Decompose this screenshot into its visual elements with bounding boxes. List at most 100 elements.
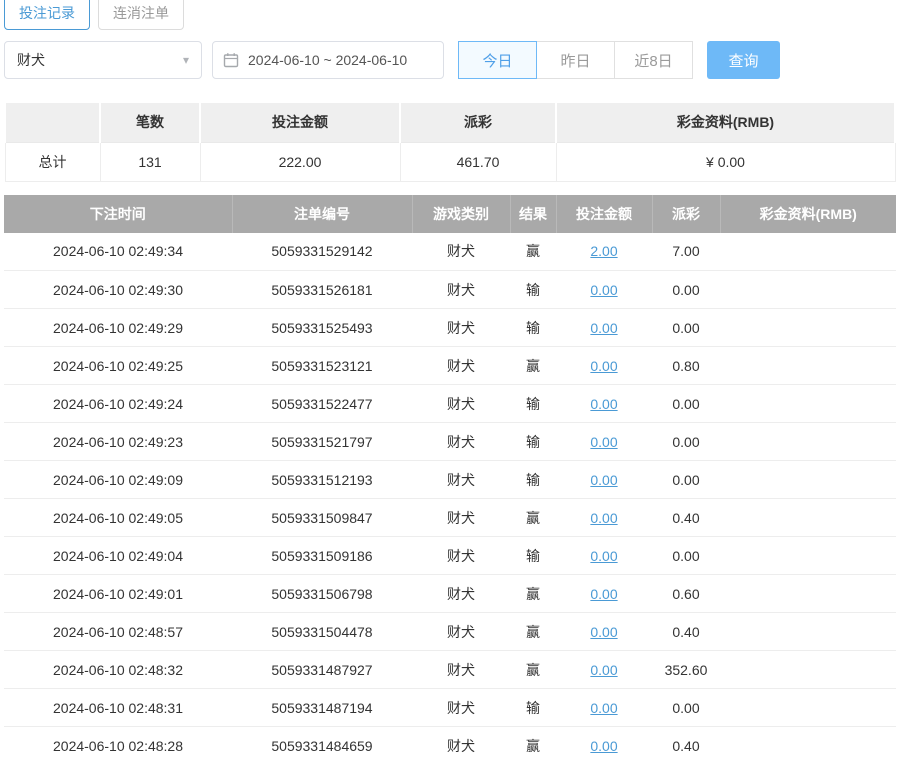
bet-time: 2024-06-10 02:49:23 xyxy=(4,423,232,461)
records-column-header: 结果 xyxy=(510,195,556,233)
bet-amount-cell: 2.00 xyxy=(556,233,652,271)
table-row: 2024-06-10 02:49:01 5059331506798 财犬 赢 0… xyxy=(4,575,896,613)
bonus xyxy=(720,613,896,651)
table-row: 2024-06-10 02:49:04 5059331509186 财犬 输 0… xyxy=(4,537,896,575)
bet-amount-link[interactable]: 0.00 xyxy=(590,282,617,298)
bet-amount-cell: 0.00 xyxy=(556,727,652,759)
records-column-header: 注单编号 xyxy=(232,195,412,233)
quick-range-today[interactable]: 今日 xyxy=(458,41,537,79)
bonus xyxy=(720,537,896,575)
records-header-row: 下注时间注单编号游戏类别结果投注金额派彩彩金资料(RMB) xyxy=(4,195,896,233)
result: 赢 xyxy=(510,347,556,385)
table-row: 2024-06-10 02:49:23 5059331521797 财犬 输 0… xyxy=(4,423,896,461)
bet-amount-cell: 0.00 xyxy=(556,309,652,347)
bet-amount-link[interactable]: 0.00 xyxy=(590,548,617,564)
game-type: 财犬 xyxy=(412,613,510,651)
order-number: 5059331526181 xyxy=(232,271,412,309)
result: 赢 xyxy=(510,613,556,651)
bet-time: 2024-06-10 02:49:04 xyxy=(4,537,232,575)
bonus xyxy=(720,651,896,689)
payout: 0.00 xyxy=(652,461,720,499)
records-column-header: 下注时间 xyxy=(4,195,232,233)
bet-time: 2024-06-10 02:49:05 xyxy=(4,499,232,537)
order-number: 5059331521797 xyxy=(232,423,412,461)
result: 输 xyxy=(510,271,556,309)
order-number: 5059331522477 xyxy=(232,385,412,423)
result: 输 xyxy=(510,309,556,347)
chevron-down-icon: ▾ xyxy=(183,53,189,67)
table-row: 2024-06-10 02:49:34 5059331529142 财犬 赢 2… xyxy=(4,233,896,271)
tab-bet-records[interactable]: 投注记录 xyxy=(4,0,90,30)
order-number: 5059331504478 xyxy=(232,613,412,651)
records-table: 下注时间注单编号游戏类别结果投注金额派彩彩金资料(RMB) 2024-06-10… xyxy=(4,195,896,759)
tab-bar: 投注记录 连消注单 xyxy=(4,0,896,30)
bet-amount-cell: 0.00 xyxy=(556,499,652,537)
tab-cancelled-orders[interactable]: 连消注单 xyxy=(98,0,184,30)
result: 赢 xyxy=(510,499,556,537)
bet-amount-link[interactable]: 0.00 xyxy=(590,700,617,716)
game-type: 财犬 xyxy=(412,537,510,575)
bet-time: 2024-06-10 02:48:31 xyxy=(4,689,232,727)
quick-range-8days[interactable]: 近8日 xyxy=(614,41,693,79)
game-type: 财犬 xyxy=(412,423,510,461)
date-range-input[interactable]: 2024-06-10 ~ 2024-06-10 xyxy=(212,41,444,79)
bet-amount-link[interactable]: 0.00 xyxy=(590,396,617,412)
calendar-icon xyxy=(223,52,239,68)
result: 输 xyxy=(510,423,556,461)
bet-amount-link[interactable]: 0.00 xyxy=(590,510,617,526)
bonus xyxy=(720,423,896,461)
table-row: 2024-06-10 02:49:09 5059331512193 财犬 输 0… xyxy=(4,461,896,499)
bet-amount-cell: 0.00 xyxy=(556,689,652,727)
bet-amount-cell: 0.00 xyxy=(556,575,652,613)
bet-amount-link[interactable]: 0.00 xyxy=(590,662,617,678)
bet-amount-link[interactable]: 0.00 xyxy=(590,624,617,640)
bet-time: 2024-06-10 02:49:34 xyxy=(4,233,232,271)
order-number: 5059331529142 xyxy=(232,233,412,271)
bet-amount-cell: 0.00 xyxy=(556,613,652,651)
summary-table: 笔数投注金额派彩彩金资料(RMB) 总计 131 222.00 461.70 ¥… xyxy=(4,101,896,182)
order-number: 5059331525493 xyxy=(232,309,412,347)
bet-amount-link[interactable]: 0.00 xyxy=(590,434,617,450)
game-type: 财犬 xyxy=(412,727,510,759)
summary-column-header: 笔数 xyxy=(100,102,200,142)
summary-column-header: 派彩 xyxy=(400,102,556,142)
bet-amount-cell: 0.00 xyxy=(556,461,652,499)
bet-amount-cell: 0.00 xyxy=(556,537,652,575)
summary-row: 总计 131 222.00 461.70 ¥ 0.00 xyxy=(5,142,895,181)
bet-amount-link[interactable]: 0.00 xyxy=(590,472,617,488)
bet-amount-cell: 0.00 xyxy=(556,385,652,423)
bet-amount-link[interactable]: 0.00 xyxy=(590,320,617,336)
game-type: 财犬 xyxy=(412,385,510,423)
bonus xyxy=(720,689,896,727)
summary-column-header: 彩金资料(RMB) xyxy=(556,102,895,142)
bet-amount-link[interactable]: 0.00 xyxy=(590,358,617,374)
game-type: 财犬 xyxy=(412,575,510,613)
summary-column-header: 投注金额 xyxy=(200,102,400,142)
bonus xyxy=(720,347,896,385)
bet-time: 2024-06-10 02:49:25 xyxy=(4,347,232,385)
game-select[interactable]: 财犬 ▾ xyxy=(4,41,202,79)
result: 输 xyxy=(510,461,556,499)
bet-time: 2024-06-10 02:48:28 xyxy=(4,727,232,759)
bonus xyxy=(720,309,896,347)
search-button[interactable]: 查询 xyxy=(707,41,780,79)
game-type: 财犬 xyxy=(412,309,510,347)
bet-time: 2024-06-10 02:49:01 xyxy=(4,575,232,613)
bet-amount-cell: 0.00 xyxy=(556,423,652,461)
bet-amount-link[interactable]: 0.00 xyxy=(590,738,617,754)
bonus xyxy=(720,461,896,499)
order-number: 5059331509186 xyxy=(232,537,412,575)
payout: 0.40 xyxy=(652,727,720,759)
result: 赢 xyxy=(510,233,556,271)
result: 赢 xyxy=(510,651,556,689)
bet-amount-cell: 0.00 xyxy=(556,347,652,385)
records-tbody: 2024-06-10 02:49:34 5059331529142 财犬 赢 2… xyxy=(4,233,896,759)
bet-amount-cell: 0.00 xyxy=(556,271,652,309)
summary-bonus: ¥ 0.00 xyxy=(556,142,895,181)
bet-amount-link[interactable]: 0.00 xyxy=(590,586,617,602)
bet-time: 2024-06-10 02:48:32 xyxy=(4,651,232,689)
bet-amount-link[interactable]: 2.00 xyxy=(590,243,617,259)
payout: 0.00 xyxy=(652,689,720,727)
quick-range-yesterday[interactable]: 昨日 xyxy=(536,41,615,79)
bet-amount-cell: 0.00 xyxy=(556,651,652,689)
